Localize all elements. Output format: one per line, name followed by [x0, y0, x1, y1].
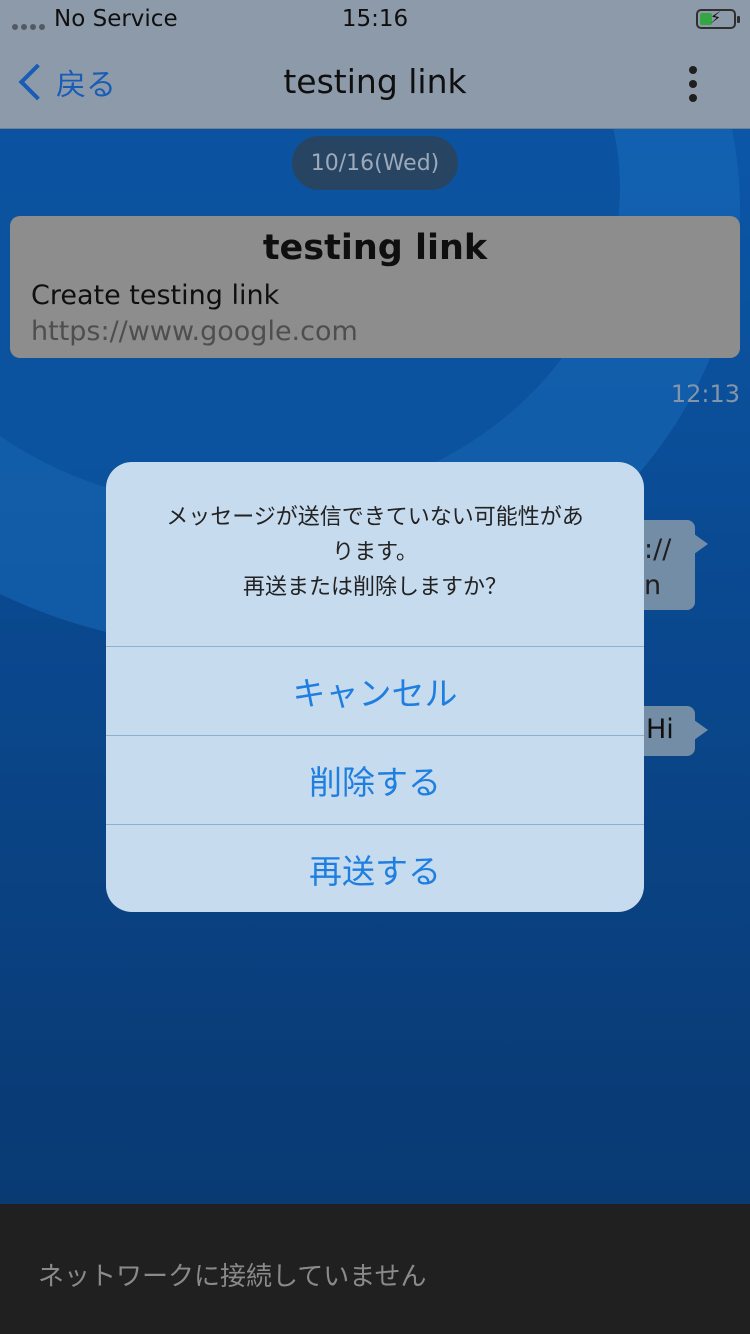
cancel-button[interactable]: キャンセル: [106, 646, 644, 735]
resend-alert-dialog: メッセージが送信できていない可能性があ ります。 再送または削除しますか？ キャ…: [106, 462, 644, 912]
alert-message-line: メッセージが送信できていない可能性があ: [166, 505, 584, 530]
alert-message-line: ります。: [332, 540, 418, 565]
alert-message-line: 再送または削除しますか？: [242, 575, 507, 600]
network-status-text: ネットワークに接続していません: [38, 1262, 427, 1292]
alert-message: メッセージが送信できていない可能性があ ります。 再送または削除しますか？: [136, 500, 614, 605]
delete-button[interactable]: 削除する: [106, 735, 644, 824]
resend-button[interactable]: 再送する: [106, 824, 644, 912]
screen: No Service 15:16 ⚡ 戻る testing link 10/16…: [0, 0, 750, 1334]
network-status-bar: ネットワークに接続していません: [0, 1204, 750, 1334]
